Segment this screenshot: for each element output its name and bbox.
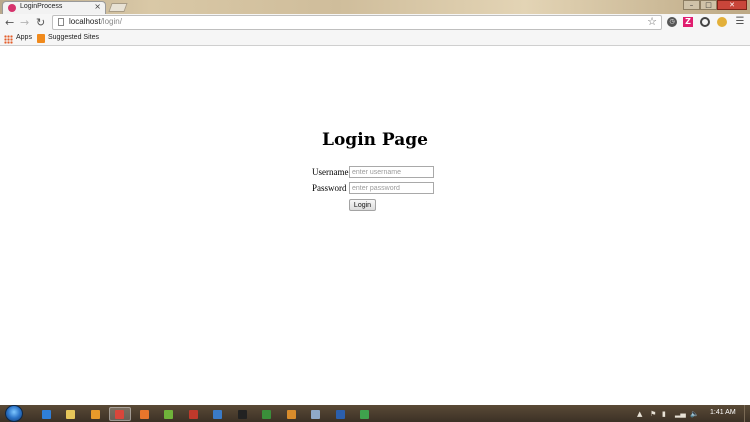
taskbar-clock[interactable]: 1:41 AM (710, 409, 736, 416)
bookmark-apps[interactable]: Apps (16, 34, 32, 41)
password-input[interactable] (349, 182, 434, 194)
taskbar-app-app-notepad[interactable] (305, 407, 327, 421)
app-terminal-icon (262, 409, 271, 419)
explorer-icon (66, 409, 75, 419)
forward-arrow-icon[interactable]: → (20, 16, 29, 30)
apps-grid-icon[interactable] (4, 35, 13, 44)
taskbar-app-word[interactable] (329, 407, 351, 421)
chrome-icon (115, 409, 124, 419)
taskbar-app-media-player[interactable] (84, 407, 106, 421)
media-player-icon (90, 409, 100, 419)
taskbar-app-filezilla[interactable] (182, 407, 204, 421)
browser-tab[interactable]: LoginProcess × (2, 1, 106, 14)
new-tab-button[interactable] (108, 3, 128, 12)
tab-favicon-icon (8, 4, 16, 12)
volume-icon[interactable]: 🔈 (690, 410, 699, 418)
taskbar-app-cmd[interactable] (231, 407, 253, 421)
suggested-sites-icon (37, 34, 45, 43)
taskbar-app-app-blue[interactable] (207, 407, 229, 421)
username-input[interactable] (349, 166, 434, 178)
network-icon[interactable]: ▂▄ (675, 410, 686, 418)
browser-toolbar: ← → ↻ localhost/login/ ☆ ◷ Z ☰ (0, 14, 750, 32)
page-title: Login Page (322, 130, 428, 150)
taskbar-app-app-green[interactable] (158, 407, 180, 421)
bookmarks-bar: Apps Suggested Sites (0, 32, 750, 46)
ie-icon (41, 409, 51, 419)
tab-close-button[interactable]: × (94, 2, 101, 11)
back-arrow-icon[interactable]: ← (5, 16, 14, 30)
tray-expand-icon[interactable]: ▲ (637, 410, 642, 418)
login-button[interactable]: Login (349, 199, 376, 211)
username-label: Username (312, 167, 349, 177)
menu-icon[interactable]: ☰ (735, 17, 745, 27)
bookmark-suggested-sites[interactable]: Suggested Sites (48, 34, 99, 41)
close-window-button[interactable]: ✕ (717, 0, 747, 10)
url-path: /login/ (100, 17, 122, 26)
app-blue-icon (213, 409, 222, 419)
minimize-button[interactable]: – (683, 0, 700, 10)
taskbar-app-explorer[interactable] (60, 407, 82, 421)
taskbar: ▲ ⚑ ▮ ▂▄ 🔈 1:41 AM (0, 405, 750, 422)
circle-icon[interactable] (700, 17, 710, 27)
tab-title: LoginProcess (20, 3, 63, 10)
app-notepad-icon (311, 409, 320, 419)
taskbar-app-chrome[interactable] (108, 407, 131, 421)
battery-icon[interactable]: ▮ (662, 410, 666, 418)
taskbar-app-app-terminal[interactable] (256, 407, 278, 421)
z-icon[interactable]: Z (683, 17, 693, 27)
filezilla-icon (188, 409, 198, 419)
taskbar-app-ie[interactable] (35, 407, 57, 421)
taskbar-app-app-green-arrow[interactable] (354, 407, 376, 421)
password-label: Password (312, 183, 347, 193)
word-icon (335, 409, 345, 419)
cmd-icon (237, 409, 247, 419)
address-bar[interactable]: localhost/login/ ☆ (52, 15, 662, 30)
firefox-icon (139, 409, 149, 419)
start-button[interactable] (5, 405, 23, 422)
app-green-arrow-icon (360, 409, 369, 419)
url-host: localhost (69, 17, 101, 26)
tab-strip: LoginProcess × – □ ✕ (0, 0, 750, 14)
url-text[interactable]: localhost/login/ (69, 17, 122, 26)
app-orange-icon (286, 409, 296, 419)
reload-icon[interactable]: ↻ (36, 16, 45, 30)
clock-icon[interactable]: ◷ (667, 17, 677, 27)
taskbar-app-firefox[interactable] (133, 407, 155, 421)
page-icon (58, 18, 64, 26)
app-green-icon (164, 409, 173, 419)
flag-icon[interactable]: ⚑ (650, 410, 656, 418)
show-desktop-button[interactable] (744, 405, 750, 422)
cookie-icon[interactable] (717, 17, 727, 27)
bookmark-star-icon[interactable]: ☆ (647, 15, 657, 28)
maximize-button[interactable]: □ (700, 0, 717, 10)
taskbar-app-app-orange[interactable] (280, 407, 302, 421)
